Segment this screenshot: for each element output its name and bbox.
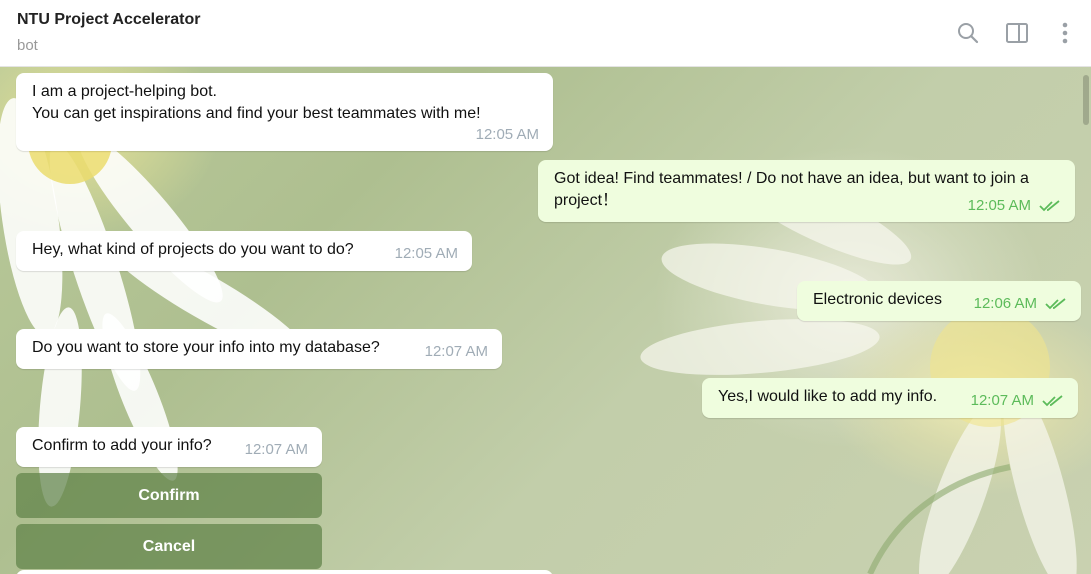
double-check-icon — [1045, 298, 1066, 310]
confirm-button[interactable]: Confirm — [16, 473, 322, 518]
outgoing-message[interactable]: Electronic devices 12:06 AM — [797, 281, 1081, 321]
message-text-line: Confirm to add your info? — [32, 437, 212, 454]
message-time: 12:05 AM — [394, 245, 458, 262]
message-time: 12:06 AM — [973, 295, 1037, 312]
message-text-line: Got idea! Find teammates! / Do not have … — [554, 170, 1029, 187]
message-text-line: Yes,I would like to add my info. — [718, 388, 938, 405]
more-vertical-icon[interactable] — [1052, 20, 1078, 46]
message-time: 12:07 AM — [244, 441, 308, 458]
message-time: 12:07 AM — [970, 392, 1034, 409]
chat-subtitle: bot — [17, 37, 38, 54]
double-check-icon — [1039, 200, 1060, 212]
chat-title[interactable]: NTU Project Accelerator — [17, 11, 200, 29]
outgoing-message[interactable]: Yes,I would like to add my info. 12:07 A… — [702, 378, 1078, 418]
message-text-line: Electronic devices — [813, 291, 942, 308]
incoming-message[interactable]: Confirm to add your info? 12:07 AM — [16, 427, 322, 467]
cancel-button[interactable]: Cancel — [16, 524, 322, 569]
chat-history[interactable]: I am a project-helping bot. You can get … — [0, 67, 1091, 574]
message-time: 12:05 AM — [475, 126, 539, 143]
double-check-icon — [1042, 395, 1063, 407]
chat-header: NTU Project Accelerator bot — [0, 0, 1091, 67]
message-time: 12:07 AM — [424, 343, 488, 360]
message-text-line: You can get inspirations and find your b… — [32, 105, 481, 122]
message-text-line: I am a project-helping bot. — [32, 83, 217, 100]
incoming-message[interactable]: Do you want to store your info into my d… — [16, 329, 502, 369]
message-text-line: Do you want to store your info into my d… — [32, 339, 380, 356]
message-text-line: Hey, what kind of projects do you want t… — [32, 241, 354, 258]
sidebar-panel-icon[interactable] — [1004, 20, 1030, 46]
message-time: 12:05 AM — [967, 197, 1031, 214]
outgoing-message[interactable]: Got idea! Find teammates! / Do not have … — [538, 160, 1075, 222]
search-icon[interactable] — [955, 20, 981, 46]
incoming-message[interactable]: Hey, what kind of projects do you want t… — [16, 231, 472, 271]
incoming-message[interactable]: I am a project-helping bot. You can get … — [16, 73, 553, 151]
chat-scrollbar[interactable] — [1083, 75, 1089, 125]
partial-message — [16, 570, 553, 574]
